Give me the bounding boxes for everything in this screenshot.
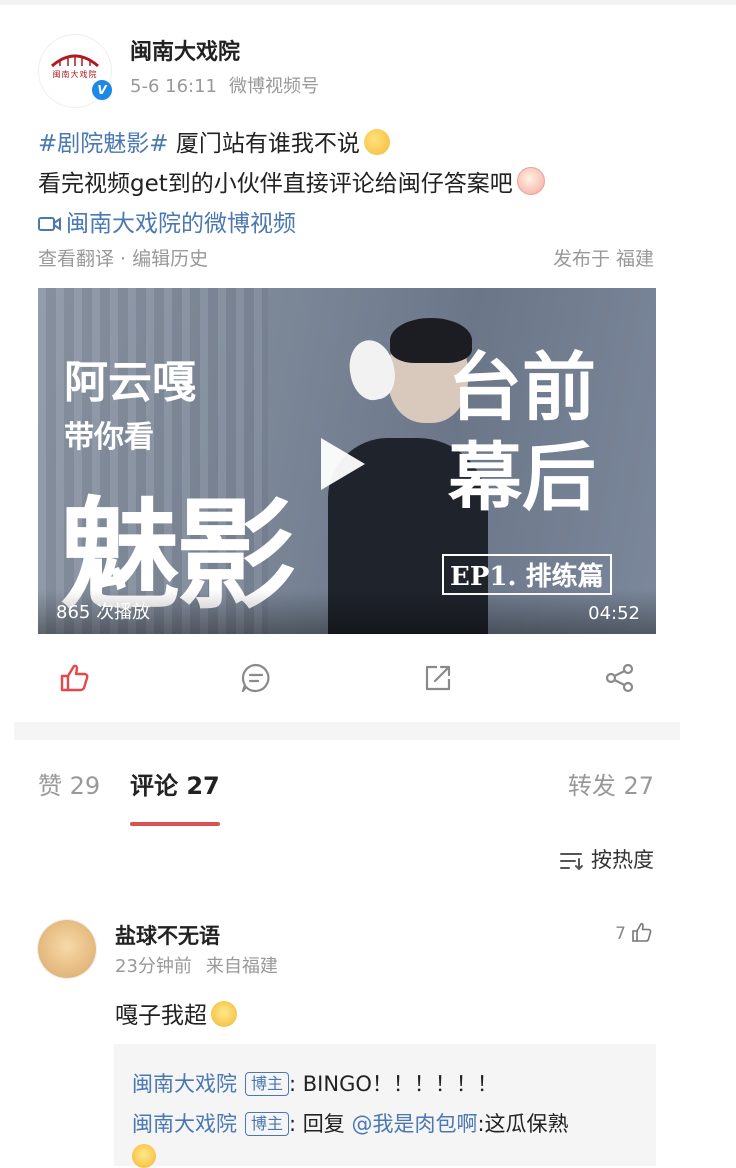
post-text-line2: 看完视频get到的小伙伴直接评论给闽仔答案吧 bbox=[38, 164, 545, 198]
video-overlay-episode: EP1. 排练篇 bbox=[442, 554, 612, 595]
post-text-1: 厦门站有谁我不说 bbox=[168, 131, 360, 157]
comment-meta: 23分钟前 来自福建 bbox=[115, 952, 278, 978]
video-player[interactable]: 阿云嘎 带你看 魅影 台前 幕后 EP1. 排练篇 865 次播放 04:52 bbox=[38, 288, 656, 634]
crying-emoji-icon bbox=[211, 1001, 237, 1027]
post-source[interactable]: 微博视频号 bbox=[229, 76, 319, 97]
post-location: 发布于 福建 bbox=[552, 248, 654, 270]
video-overlay-line2: 带你看 bbox=[64, 420, 154, 455]
section-divider bbox=[14, 722, 680, 740]
repost-button[interactable] bbox=[420, 660, 456, 696]
reply-author[interactable]: 闽南大戏院 bbox=[132, 1112, 237, 1136]
comment-like-count: 7 bbox=[615, 924, 626, 944]
top-divider bbox=[0, 0, 736, 5]
reply-text: :这瓜保熟 bbox=[477, 1112, 569, 1136]
video-link-text: 闽南大戏院的微博视频 bbox=[66, 211, 296, 237]
active-tab-indicator bbox=[130, 822, 220, 826]
emoji-icon bbox=[132, 1144, 156, 1168]
video-link[interactable]: 闽南大戏院的微博视频 bbox=[38, 204, 296, 238]
video-views: 865 次播放 bbox=[56, 602, 151, 623]
sort-label: 按热度 bbox=[591, 848, 654, 872]
comment-icon bbox=[241, 663, 270, 693]
blogger-badge: 博主 bbox=[245, 1072, 290, 1096]
comment-text: 嘎子我超 bbox=[115, 996, 237, 1030]
comment-time: 23分钟前 bbox=[115, 956, 192, 977]
share-button[interactable] bbox=[602, 660, 638, 696]
post-meta: 5-6 16:11 微博视频号 bbox=[130, 72, 319, 98]
tab-likes[interactable]: 赞 29 bbox=[38, 766, 100, 801]
video-overlay-right2: 幕后 bbox=[448, 435, 596, 521]
mascot-emoji-icon bbox=[516, 167, 545, 195]
repost-icon bbox=[425, 665, 451, 691]
comment-button[interactable] bbox=[238, 660, 274, 696]
tab-comments[interactable]: 评论 27 bbox=[130, 766, 220, 801]
share-icon bbox=[605, 663, 634, 693]
reply-author[interactable]: 闽南大戏院 bbox=[132, 1072, 237, 1096]
reply-thread[interactable]: 闽南大戏院 博主: BINGO！！！！！！ 闽南大戏院 博主: 回复 @我是肉包啊:… bbox=[114, 1044, 656, 1168]
blogger-badge: 博主 bbox=[245, 1112, 290, 1136]
theater-logo-icon bbox=[51, 54, 99, 68]
reply-text: : BINGO！！！！！！ bbox=[289, 1072, 498, 1096]
comment-like-button[interactable]: 7 bbox=[615, 920, 654, 944]
verified-icon: V bbox=[90, 78, 114, 102]
video-duration: 04:52 bbox=[588, 603, 640, 624]
reply-item[interactable]: 闽南大戏院 博主: BINGO！！！！！！ bbox=[132, 1068, 498, 1098]
video-overlay-line1: 阿云嘎 bbox=[64, 357, 196, 408]
play-icon[interactable] bbox=[321, 438, 365, 490]
author-avatar[interactable]: 闽南大戏院 V bbox=[38, 34, 114, 108]
tab-reposts[interactable]: 转发 27 bbox=[568, 766, 654, 801]
comment-from: 来自福建 bbox=[205, 956, 278, 977]
reply-mention[interactable]: @我是肉包啊 bbox=[351, 1112, 477, 1136]
reply-item[interactable]: 闽南大戏院 博主: 回复 @我是肉包啊:这瓜保熟 bbox=[132, 1108, 569, 1138]
thinking-emoji-icon bbox=[363, 129, 390, 155]
sort-icon bbox=[560, 853, 583, 871]
author-name[interactable]: 闽南大戏院 bbox=[130, 34, 240, 66]
like-button[interactable] bbox=[56, 660, 92, 696]
commenter-name[interactable]: 盐球不无语 bbox=[115, 920, 220, 950]
thumbs-up-icon bbox=[60, 664, 89, 692]
post-date: 5-6 16:11 bbox=[130, 76, 217, 97]
comment-body: 嘎子我超 bbox=[115, 1003, 207, 1029]
translate-edit-history[interactable]: 查看翻译 · 编辑历史 bbox=[38, 244, 208, 271]
topic-link[interactable]: #剧院魅影# bbox=[38, 131, 169, 157]
post-text-line1: #剧院魅影# 厦门站有谁我不说 bbox=[38, 124, 390, 158]
commenter-avatar[interactable] bbox=[38, 920, 96, 978]
avatar-logo-text: 闽南大戏院 bbox=[52, 70, 98, 79]
video-camera-icon bbox=[38, 217, 61, 231]
post-text-2: 看完视频get到的小伙伴直接评论给闽仔答案吧 bbox=[38, 171, 513, 197]
thumbs-up-icon bbox=[632, 922, 652, 942]
sort-button[interactable]: 按热度 bbox=[559, 844, 654, 874]
reply-prefix: : 回复 bbox=[289, 1112, 352, 1136]
